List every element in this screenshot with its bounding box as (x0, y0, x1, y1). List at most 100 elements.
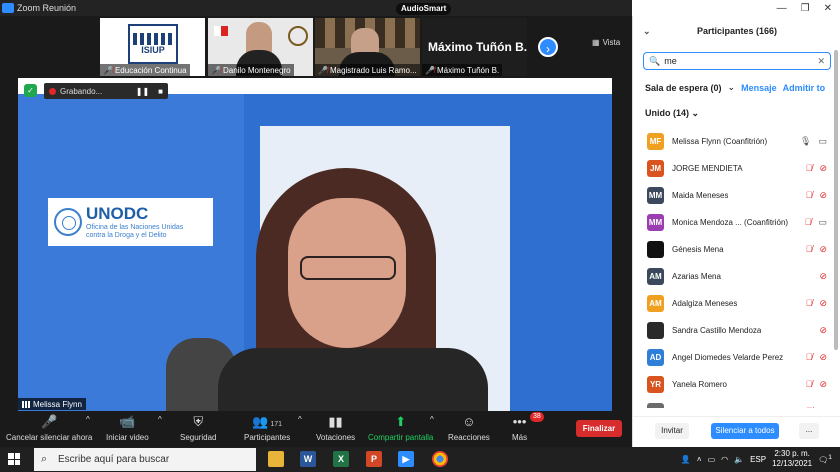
avatar: MM (647, 187, 664, 204)
more-button[interactable]: ••• Más (512, 415, 527, 443)
taskbar-search-input[interactable]: ⌕ Escribe aquí para buscar (34, 448, 256, 471)
pause-recording-icon[interactable]: ❚❚ (136, 87, 149, 96)
gallery-tile[interactable]: 🎤̸ Magistrado Luis Ramo... (315, 18, 420, 76)
reactions-button[interactable]: ☺ Reacciones (448, 415, 490, 443)
participant-search-input[interactable]: 🔍 me ✕ (643, 52, 831, 70)
participant-row[interactable]: JM JORGE MENDIETA 🎙̸ ⊘ (633, 155, 840, 182)
mic-muted-icon[interactable]: 🎙̸ (806, 190, 813, 201)
mic-muted-icon[interactable]: 🎙̸ (805, 217, 812, 228)
mic-muted-icon[interactable]: 🎙̸ (806, 352, 813, 363)
video-off-icon[interactable]: ⊘ (819, 271, 827, 282)
excel-icon[interactable]: X (333, 451, 349, 467)
next-page-button[interactable]: › (538, 37, 558, 57)
video-icon[interactable]: ▭ (818, 136, 827, 147)
view-button[interactable]: ▦ Vista (592, 38, 620, 47)
battery-icon[interactable]: ▭ (708, 455, 716, 464)
title-bar: Zoom Reunión (0, 0, 632, 16)
participant-row[interactable]: YR Yanela Romero 🎙̸ ⊘ (633, 371, 840, 398)
chevron-down-icon[interactable]: ⌄ (728, 82, 736, 93)
video-options-caret[interactable]: ^ (158, 415, 162, 424)
video-icon[interactable]: ▭ (818, 217, 827, 228)
stop-recording-icon[interactable]: ■ (158, 87, 163, 96)
gallery-tile[interactable]: ISIUP 🎤̸ Educación Continua (100, 18, 205, 76)
wifi-icon[interactable]: ◠ (721, 455, 728, 464)
audiosmart-badge: AudioSmart (396, 3, 452, 15)
participant-name: Génesis Mena (672, 245, 724, 254)
waiting-room-label[interactable]: Sala de espera (0) (645, 83, 722, 93)
gallery-tile[interactable]: Máximo Tuñón B. 🎤̸ Máximo Tuñón B. (422, 18, 527, 76)
language-indicator[interactable]: ESP (750, 455, 766, 464)
security-button[interactable]: ⛨ Seguridad (180, 415, 216, 443)
windows-start-icon[interactable] (8, 453, 20, 465)
mic-muted-icon[interactable]: 🎙̸ (806, 244, 813, 255)
collapse-chevron-icon[interactable]: ⌄ (643, 26, 651, 37)
chevron-right-icon: › (546, 42, 550, 56)
admit-all-link[interactable]: Admitir to (783, 83, 826, 93)
more-options-button[interactable]: ... (799, 423, 819, 439)
mic-muted-icon[interactable]: 🎙̸ (806, 379, 813, 390)
panel-scrollbar[interactable] (834, 50, 838, 350)
volume-icon[interactable]: 🔈 (734, 455, 744, 464)
maximize-icon[interactable]: ❐ (801, 3, 810, 14)
tile-big-name: Máximo Tuñón B. (428, 40, 527, 54)
participant-row[interactable]: AM Azarias Mena ⊘ (633, 263, 840, 290)
participant-row[interactable]: MM Maida Meneses 🎙̸ ⊘ (633, 182, 840, 209)
participant-row[interactable]: MF Melissa Flynn (Coanfitrión) 🎙 ▭ (633, 128, 840, 155)
notification-icon[interactable]: 🗨1 (818, 454, 832, 465)
video-off-icon[interactable]: ⊘ (819, 163, 827, 174)
participant-row[interactable]: Génesis Mena 🎙̸ ⊘ (633, 236, 840, 263)
zoom-taskbar-icon[interactable]: ▶ (398, 451, 414, 467)
system-tray: 👤 ˄ ▭ ◠ 🔈 ESP 2:30 p. m. 12/13/2021 🗨1 (681, 449, 832, 469)
chrome-icon[interactable] (432, 451, 448, 467)
clock[interactable]: 2:30 p. m. 12/13/2021 (772, 449, 812, 469)
mic-muted-icon[interactable]: 🎙̸ (806, 163, 813, 174)
unmute-button[interactable]: 🎤 Cancelar silenciar ahora (6, 415, 92, 443)
joined-section-header[interactable]: Unido (14) ⌄ (645, 108, 699, 119)
start-video-button[interactable]: 📹 Iniciar video (106, 415, 149, 443)
mic-muted-icon[interactable]: 🎙̸ (806, 298, 813, 309)
video-off-icon[interactable]: ⊘ (819, 352, 827, 363)
video-off-icon[interactable]: ⊘ (819, 298, 827, 309)
participant-row[interactable]: AM Adalgiza Meneses 🎙̸ ⊘ (633, 290, 840, 317)
participant-row[interactable]: YARARI JIMENEZ GONZALEZ 🎙̸ ⊘ (633, 398, 840, 408)
video-off-icon[interactable]: ⊘ (819, 190, 827, 201)
invite-button[interactable]: Invitar (655, 423, 689, 439)
participants-button[interactable]: 👥 171 Participantes (244, 415, 290, 443)
mic-muted-icon: 🎤̸ (211, 65, 221, 75)
video-off-icon[interactable]: ⊘ (819, 244, 827, 255)
end-meeting-button[interactable]: Finalizar (576, 420, 622, 437)
avatar: MF (647, 133, 664, 150)
panel-header: ⌄ Participantes (166) (633, 16, 840, 46)
mute-all-button[interactable]: Silenciar a todos (711, 423, 779, 439)
file-explorer-icon[interactable] (268, 451, 284, 467)
word-icon[interactable]: W (300, 451, 316, 467)
audio-options-caret[interactable]: ^ (86, 415, 90, 424)
video-off-icon[interactable]: ⊘ (819, 379, 827, 390)
video-off-icon[interactable]: ⊘ (819, 325, 827, 336)
mic-muted-icon[interactable]: 🎙̸ (806, 406, 813, 408)
share-screen-button[interactable]: ⬆ Compartir pantalla (368, 415, 433, 443)
powerpoint-icon[interactable]: P (366, 451, 382, 467)
participant-row[interactable]: MM Monica Mendoza ... (Coanfitrión) 🎙̸ ▭ (633, 209, 840, 236)
polls-button[interactable]: ▮▮ Votaciones (316, 415, 355, 443)
participant-row[interactable]: AD Angel Diomedes Velarde Perez 🎙̸ ⊘ (633, 344, 840, 371)
tray-up-arrow-icon[interactable]: ˄ (697, 455, 702, 464)
participant-status-icons: 🎙̸ ⊘ (806, 163, 827, 174)
participant-status-icons: 🎙̸ ⊘ (806, 352, 827, 363)
mic-icon[interactable]: 🎙 (800, 136, 811, 147)
encryption-shield-icon[interactable]: ✓ (24, 84, 37, 97)
video-off-icon[interactable]: ⊘ (819, 406, 827, 408)
minimize-icon[interactable]: — (777, 3, 787, 14)
participants-panel: ⌄ Participantes (166) 🔍 me ✕ Sala de esp… (632, 16, 840, 447)
message-link[interactable]: Mensaje (741, 83, 777, 93)
gallery-tile[interactable]: 🎤̸ Danilo Montenegro (208, 18, 313, 76)
participant-row[interactable]: Sandra Castillo Mendoza ⊘ (633, 317, 840, 344)
close-icon[interactable]: ✕ (824, 3, 832, 14)
seal-icon (288, 26, 308, 46)
person-icon[interactable]: 👤 (681, 455, 691, 464)
share-options-caret[interactable]: ^ (430, 415, 434, 424)
avatar: AM (647, 268, 664, 285)
clear-search-icon[interactable]: ✕ (817, 56, 825, 67)
window-controls: — ❐ ✕ (632, 0, 840, 16)
participants-options-caret[interactable]: ^ (298, 415, 302, 424)
